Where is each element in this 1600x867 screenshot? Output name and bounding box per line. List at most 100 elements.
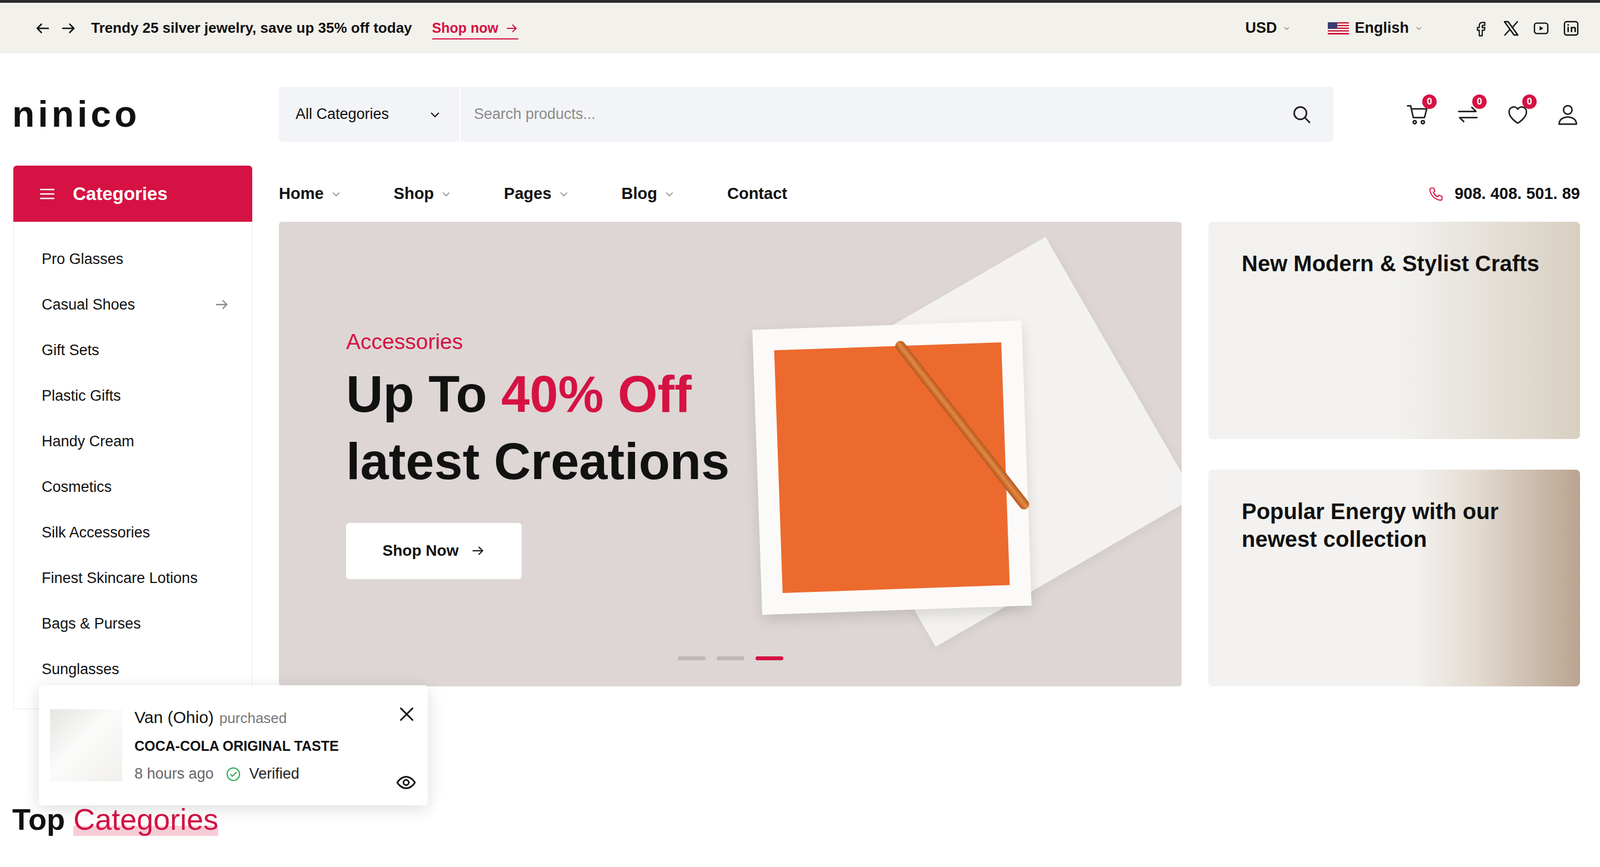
chevron-down-icon xyxy=(663,188,675,200)
logo[interactable]: ninico xyxy=(12,93,279,135)
user-icon xyxy=(1555,102,1580,127)
hero-image xyxy=(757,325,1027,610)
youtube-icon xyxy=(1532,19,1550,38)
category-label: Pro Glasses xyxy=(41,250,124,268)
buyer-action: purchased xyxy=(219,709,287,727)
promo-banner[interactable]: New Modern & Stylist Crafts xyxy=(1208,221,1580,439)
category-label: Handy Cream xyxy=(41,432,135,450)
phone-icon xyxy=(1427,185,1445,203)
category-label: Gift Sets xyxy=(41,341,100,359)
category-select[interactable]: All Categories xyxy=(278,86,461,142)
category-label: Plastic Gifts xyxy=(41,387,122,405)
category-item[interactable]: Finest Skincare Lotions xyxy=(13,555,252,601)
arrow-right-icon xyxy=(505,21,519,35)
slider-dots xyxy=(677,656,784,660)
phone-number: 908. 408. 501. 89 xyxy=(1454,184,1580,203)
language-select[interactable]: English xyxy=(1327,19,1424,37)
category-item[interactable]: Bags & Purses xyxy=(13,600,252,647)
category-label: Silk Accessories xyxy=(41,523,150,542)
announcement-text: Trendy 25 silver jewelry, save up 35% of… xyxy=(91,19,413,37)
shop-now-link[interactable]: Shop now xyxy=(432,20,519,40)
nav-item[interactable]: Shop xyxy=(393,184,453,203)
quick-view-button[interactable] xyxy=(395,771,417,793)
chevron-down-icon xyxy=(558,188,570,200)
hero-slider: Accessories Up To 40% Offlatest Creations… xyxy=(278,221,1182,687)
content: Home Shop Pages Blog Contact 908. 408. 501. 8… xyxy=(278,165,1580,687)
hero-title-line: Up To 40% Off xyxy=(346,360,747,428)
chevron-down-icon xyxy=(1414,23,1424,33)
prev-button[interactable] xyxy=(34,20,52,37)
search-button[interactable] xyxy=(1280,86,1334,142)
notification-meta: 8 hours agoVerified xyxy=(134,765,378,783)
hamburger-icon xyxy=(38,185,57,203)
category-item[interactable]: Gift Sets xyxy=(13,327,252,373)
hero-shop-button[interactable]: Shop Now xyxy=(346,522,522,579)
nav-item[interactable]: Home xyxy=(278,184,342,203)
nav-label: Shop xyxy=(393,184,435,203)
next-button[interactable] xyxy=(60,20,77,37)
product-thumbnail xyxy=(50,708,123,782)
main-nav: Home Shop Pages Blog Contact xyxy=(278,184,788,203)
categories-button-label: Categories xyxy=(72,183,168,205)
slider-dot[interactable] xyxy=(755,656,784,660)
category-label: Bags & Purses xyxy=(41,615,142,633)
check-circle-icon xyxy=(225,765,242,783)
category-list: Pro Glasses Casual Shoes Gift Sets Plastic … xyxy=(13,221,253,709)
purchase-notification: Van (Ohio) purchased COCA-COLA ORIGINAL TA… xyxy=(38,685,428,805)
buyer-name: Van (Ohio) xyxy=(134,707,214,727)
nav-label: Contact xyxy=(727,184,788,203)
slider-dot[interactable] xyxy=(716,656,745,660)
search-icon xyxy=(1291,103,1313,125)
main-area: Categories Pro Glasses Casual Shoes Gift Se… xyxy=(0,165,1600,709)
currency-select[interactable]: USD xyxy=(1245,19,1292,37)
arrow-right-icon xyxy=(213,296,230,313)
account-button[interactable] xyxy=(1555,102,1580,127)
purchase-time: 8 hours ago xyxy=(134,765,214,783)
nav-item[interactable]: Pages xyxy=(503,184,569,203)
close-icon xyxy=(396,703,417,724)
us-flag-icon xyxy=(1327,22,1349,35)
announcement: Trendy 25 silver jewelry, save up 35% of… xyxy=(34,16,519,40)
categories-sidebar: Categories Pro Glasses Casual Shoes Gift Se… xyxy=(13,165,253,709)
slider-dot[interactable] xyxy=(677,656,706,660)
hero-text: Accessories Up To 40% Offlatest Creations… xyxy=(346,328,747,579)
notification-body: Van (Ohio) purchased COCA-COLA ORIGINAL TA… xyxy=(134,707,417,783)
category-item[interactable]: Handy Cream xyxy=(13,418,252,464)
facebook-icon xyxy=(1472,19,1490,38)
categories-button[interactable]: Categories xyxy=(13,165,253,222)
eye-icon xyxy=(395,771,417,793)
product-name[interactable]: COCA-COLA ORIGINAL TASTE xyxy=(134,737,378,754)
nav-item[interactable]: Contact xyxy=(727,184,788,203)
search-input[interactable] xyxy=(460,86,1280,142)
header-actions: 000 xyxy=(1405,102,1580,127)
cart-button[interactable]: 0 xyxy=(1405,102,1430,127)
nav-item[interactable]: Blog xyxy=(621,184,675,203)
wishlist-button[interactable]: 0 xyxy=(1505,102,1530,127)
hero-title-line: latest Creations xyxy=(346,427,747,495)
nav-label: Home xyxy=(278,184,324,203)
compare-button[interactable]: 0 xyxy=(1455,102,1480,127)
page: Trendy 25 silver jewelry, save up 35% of… xyxy=(0,0,1600,867)
banner-title: New Modern & Stylist Crafts xyxy=(1241,249,1542,278)
category-item[interactable]: Cosmetics xyxy=(13,463,252,510)
x-link[interactable] xyxy=(1502,19,1520,38)
linkedin-link[interactable] xyxy=(1562,19,1580,38)
category-item[interactable]: Pro Glasses xyxy=(13,236,252,282)
hero-title-highlight: 40% Off xyxy=(501,365,692,423)
art-print xyxy=(773,341,1010,593)
chevron-down-icon xyxy=(428,107,442,122)
promo-banner[interactable]: Popular Energy with our newest collectio… xyxy=(1208,469,1580,687)
category-item[interactable]: Casual Shoes xyxy=(13,281,252,328)
linkedin-icon xyxy=(1562,19,1580,38)
arrow-right-icon xyxy=(470,543,485,558)
close-button[interactable] xyxy=(396,703,417,724)
category-item[interactable]: Silk Accessories xyxy=(13,509,252,555)
category-item[interactable]: Plastic Gifts xyxy=(13,372,252,419)
promo-banners: New Modern & Stylist Crafts Popular Energ… xyxy=(1208,221,1580,687)
hero-eyebrow: Accessories xyxy=(346,328,747,355)
announcement-bar: Trendy 25 silver jewelry, save up 35% of… xyxy=(0,0,1600,54)
youtube-link[interactable] xyxy=(1532,19,1550,38)
facebook-link[interactable] xyxy=(1472,19,1490,38)
social-links xyxy=(1472,19,1580,38)
phone-contact[interactable]: 908. 408. 501. 89 xyxy=(1427,184,1580,203)
